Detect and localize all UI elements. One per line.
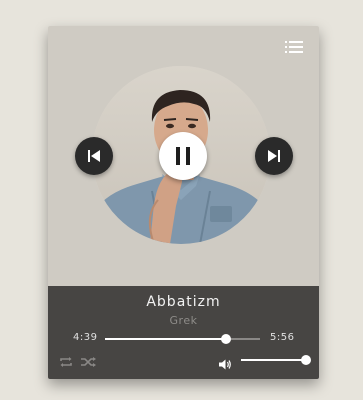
volume-fill (241, 359, 306, 361)
skip-previous-icon (88, 150, 100, 162)
seek-knob[interactable] (220, 334, 231, 344)
skip-next-icon (268, 150, 280, 162)
previous-button[interactable] (75, 137, 113, 175)
speaker-icon (219, 359, 231, 370)
pause-icon (176, 147, 190, 165)
shuffle-icon (81, 357, 96, 367)
volume-slider[interactable] (241, 355, 311, 365)
seek-slider[interactable] (105, 334, 260, 344)
track-artist: Grek (169, 314, 198, 327)
controls-panel: Abbatizm Grek 4:39 5:56 (48, 286, 319, 379)
playlist-button[interactable] (285, 39, 303, 53)
volume-knob[interactable] (300, 355, 311, 365)
music-player: Abbatizm Grek 4:39 5:56 (48, 26, 319, 379)
volume-icon[interactable] (219, 355, 232, 370)
seek-fill (105, 338, 226, 340)
total-time: 5:56 (270, 332, 295, 343)
repeat-icon (60, 357, 72, 367)
next-button[interactable] (255, 137, 293, 175)
repeat-button[interactable] (59, 353, 73, 367)
pause-button[interactable] (159, 132, 207, 180)
artwork-panel (48, 26, 319, 286)
elapsed-time: 4:39 (73, 332, 98, 343)
list-icon (285, 41, 303, 53)
track-title: Abbatizm (146, 294, 221, 310)
shuffle-button[interactable] (81, 353, 97, 367)
